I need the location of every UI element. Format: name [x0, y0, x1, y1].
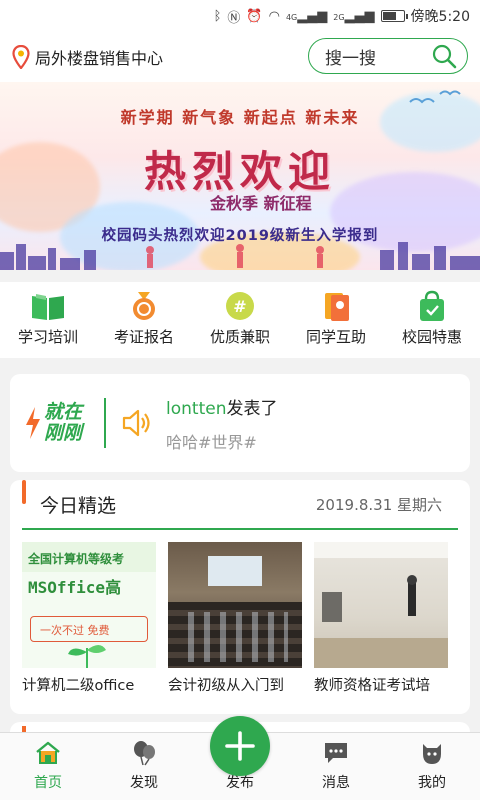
home-icon — [35, 740, 61, 766]
wifi-icon: ◠ — [268, 8, 280, 24]
featured-header: 今日精选 2019.8.31 星期六 — [22, 480, 458, 530]
category-label: 考证报名 — [113, 328, 174, 346]
speaker-icon — [122, 409, 150, 437]
tab-label: 首页 — [34, 775, 62, 791]
just-now-badge: 就在刚刚 — [24, 402, 92, 444]
tab-label: 我的 — [418, 775, 446, 791]
news-content: 哈哈#世界# — [166, 432, 257, 452]
signal-icon-2: 2G▂▄▆ — [333, 8, 375, 24]
banner-subtitle: 新学期 新气象 新起点 新未来 — [120, 108, 360, 127]
badge-text: 就在刚刚 — [44, 401, 83, 444]
plant-icon — [68, 645, 106, 668]
category-label: 同学互助 — [305, 328, 366, 346]
search-icon[interactable] — [431, 43, 457, 69]
classroom-photo — [168, 542, 302, 668]
featured-section: 今日精选 2019.8.31 星期六 全国计算机等级考 MSOffice高 一次… — [10, 480, 470, 714]
post-button[interactable] — [210, 716, 270, 776]
status-bar: ᛒ Ⓝ ⏰ ◠ 4G▂▄▆ 2G▂▄▆ 傍晚5:20 — [0, 0, 480, 32]
category-label: 优质兼职 — [209, 328, 270, 346]
alarm-icon: ⏰ — [246, 8, 263, 24]
location-pin-icon[interactable] — [12, 45, 30, 69]
thumb-text: MSOffice高 — [28, 578, 122, 597]
category-campus-deals[interactable]: 校园特惠 — [387, 290, 477, 358]
category-certification[interactable]: 考证报名 — [99, 290, 189, 358]
news-ticker[interactable]: 就在刚刚 lontten发表了 哈哈#世界# — [10, 374, 470, 472]
featured-item[interactable]: 全国计算机等级考 MSOffice高 一次不过 免费 计算机二级office — [22, 542, 156, 695]
news-action: 发表了 — [226, 398, 278, 419]
featured-caption: 计算机二级office — [22, 678, 135, 694]
message-icon — [323, 740, 349, 766]
category-grid: 学习培训 考证报名 # 优质兼职 同学互助 校园特惠 — [0, 282, 480, 358]
tab-label: 发现 — [130, 775, 158, 791]
signal-icon: 4G▂▄▆ — [285, 8, 328, 24]
category-part-time[interactable]: # 优质兼职 — [195, 290, 285, 358]
news-headline: lontten发表了 — [166, 394, 277, 419]
bluetooth-icon: ᛒ — [213, 8, 222, 24]
category-study-training[interactable]: 学习培训 — [3, 290, 93, 358]
course-thumbnail: 全国计算机等级考 MSOffice高 一次不过 免费 — [22, 542, 156, 668]
promo-banner[interactable]: 新学期 新气象 新起点 新未来 热烈欢迎 金秋季 新征程 校园码头热烈欢迎201… — [0, 82, 480, 270]
lightning-icon — [26, 407, 40, 439]
nfc-icon: Ⓝ — [227, 10, 241, 26]
divider — [104, 398, 106, 448]
category-mutual-help[interactable]: 同学互助 — [291, 290, 381, 358]
featured-item[interactable]: 教师资格证考试培 — [314, 542, 448, 695]
featured-list: 全国计算机等级考 MSOffice高 一次不过 免费 计算机二级office 会… — [10, 530, 470, 695]
tab-home[interactable]: 首页 — [0, 733, 96, 800]
medal-icon — [124, 290, 164, 322]
status-time: 傍晚5:20 — [410, 9, 470, 25]
battery-icon — [380, 10, 408, 22]
cards-icon — [316, 290, 356, 322]
location-label[interactable]: 局外楼盘销售中心 — [35, 45, 163, 69]
top-bar: 局外楼盘销售中心 搜一搜 — [0, 32, 480, 82]
featured-date: 2019.8.31 星期六 — [315, 495, 442, 514]
lecture-photo — [314, 542, 448, 668]
shopping-bag-icon — [412, 290, 452, 322]
thumb-text: 全国计算机等级考 — [28, 552, 125, 566]
svg-text:#: # — [233, 297, 246, 316]
featured-caption: 会计初级从入门到 — [168, 678, 284, 694]
plus-icon — [225, 731, 255, 761]
accent-bar — [22, 480, 26, 504]
tab-discover[interactable]: 发现 — [96, 733, 192, 800]
news-user[interactable]: lontten — [166, 399, 226, 419]
tab-profile[interactable]: 我的 — [384, 733, 480, 800]
featured-caption: 教师资格证考试培 — [314, 678, 430, 694]
banner-caption: 校园码头热烈欢迎2019级新生入学报到 — [101, 228, 379, 244]
tab-label: 消息 — [322, 775, 350, 791]
thumb-text: 一次不过 免费 — [40, 624, 110, 637]
hashtag-badge-icon: # — [220, 290, 260, 322]
category-label: 校园特惠 — [401, 328, 462, 346]
search-placeholder: 搜一搜 — [325, 48, 376, 69]
search-box[interactable]: 搜一搜 — [308, 38, 468, 74]
featured-item[interactable]: 会计初级从入门到 — [168, 542, 302, 695]
category-label: 学习培训 — [17, 328, 78, 346]
featured-title: 今日精选 — [40, 494, 117, 517]
banner-tagline: 金秋季 新征程 — [210, 194, 312, 213]
profile-icon — [419, 740, 445, 766]
balloon-icon — [131, 740, 157, 766]
tab-messages[interactable]: 消息 — [288, 733, 384, 800]
book-icon — [28, 290, 68, 322]
